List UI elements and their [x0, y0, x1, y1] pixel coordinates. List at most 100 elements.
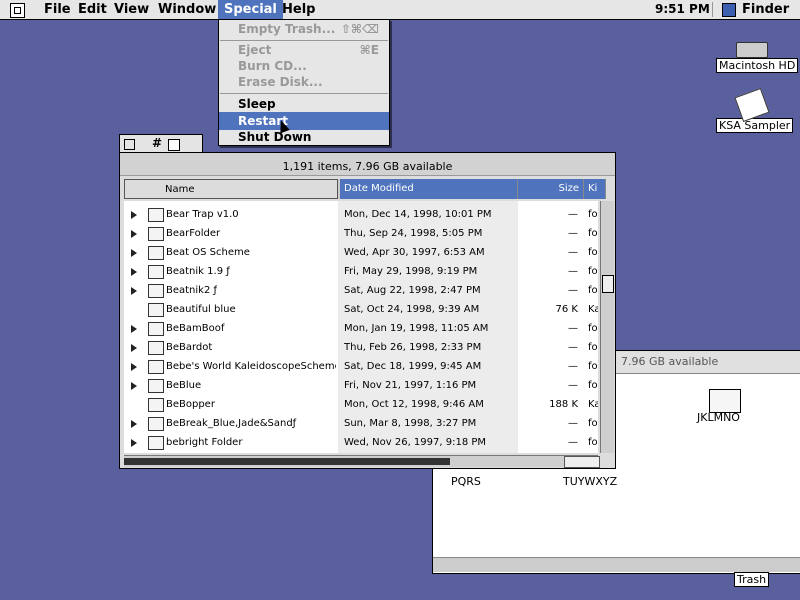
menu-window[interactable]: Window: [152, 0, 222, 19]
column-header-size[interactable]: Size: [518, 179, 584, 199]
menu-view[interactable]: View: [108, 0, 155, 19]
disclosure-triangle-icon[interactable]: [131, 211, 137, 219]
row-name: BeBlue: [166, 380, 202, 391]
desktop-icon-ksa-sampler[interactable]: KSA Sampler: [716, 87, 794, 133]
apple-menu-icon[interactable]: [10, 3, 25, 18]
row-size: 188 K: [549, 399, 578, 410]
menu-file[interactable]: File: [38, 0, 77, 19]
row-date: Wed, Nov 26, 1997, 9:18 PM: [344, 437, 487, 448]
row-name: BeBopper: [166, 399, 215, 410]
row-size: —: [568, 247, 578, 258]
disclosure-triangle-icon[interactable]: [131, 420, 137, 428]
menu-item-label: Empty Trash...: [238, 22, 336, 36]
row-date: Wed, Apr 30, 1997, 6:53 AM: [344, 247, 485, 258]
horizontal-scroll-track[interactable]: [124, 458, 450, 465]
column-header-name[interactable]: Name: [124, 179, 338, 199]
row-kind: fol: [588, 380, 598, 391]
menu-special[interactable]: Special: [218, 0, 283, 19]
folder-icon: [148, 265, 164, 279]
back-window-status: 7.96 GB available: [621, 355, 719, 368]
row-size: —: [568, 209, 578, 220]
disclosure-triangle-icon[interactable]: [131, 230, 137, 238]
menu-help[interactable]: Help: [276, 0, 321, 19]
disclosure-triangle-icon[interactable]: [131, 287, 137, 295]
vertical-scrollbar[interactable]: [600, 201, 614, 453]
row-date: Sat, Dec 18, 1999, 9:45 AM: [344, 361, 482, 372]
table-row[interactable]: Beatnik 1.9 ƒ Fri, May 29, 1998, 9:19 PM —…: [124, 262, 598, 281]
table-row[interactable]: Bear Trap v1.0 Mon, Dec 14, 1998, 10:01 P…: [124, 205, 598, 224]
special-menu: Empty Trash... ⇧⌘⌫ Eject ⌘E Burn CD... Era…: [218, 19, 390, 146]
folder-label-pqrs[interactable]: PQRS: [451, 475, 481, 488]
menu-item-shut-down[interactable]: Shut Down: [219, 128, 389, 146]
table-row[interactable]: Bebe's World KaleidoscopeScheme Sat, Dec …: [124, 357, 598, 376]
row-kind: Ka: [588, 399, 598, 410]
disclosure-triangle-icon[interactable]: [131, 382, 137, 390]
folder-icon[interactable]: [709, 389, 741, 413]
desktop-icon-trash[interactable]: Trash: [734, 572, 770, 587]
desktop-icon-label: KSA Sampler: [716, 118, 794, 133]
file-list: Bear Trap v1.0 Mon, Dec 14, 1998, 10:01 P…: [124, 201, 598, 453]
folder-icon: [148, 379, 164, 393]
column-header-kind[interactable]: Ki: [584, 179, 606, 199]
table-row[interactable]: Beatnik2 ƒ Sat, Aug 22, 1998, 2:47 PM — fol: [124, 281, 598, 300]
disclosure-triangle-icon[interactable]: [131, 344, 137, 352]
row-size: —: [568, 266, 578, 277]
table-row[interactable]: bebright Folder Wed, Nov 26, 1997, 9:18 P…: [124, 433, 598, 452]
menu-item-empty-trash[interactable]: Empty Trash... ⇧⌘⌫: [219, 20, 389, 38]
file-icon: [148, 303, 164, 317]
disclosure-triangle-icon[interactable]: [131, 325, 137, 333]
row-size: —: [568, 285, 578, 296]
table-row[interactable]: BeBopper Mon, Oct 12, 1998, 9:46 AM 188 K K…: [124, 395, 598, 414]
window-tab[interactable]: #: [119, 134, 203, 153]
row-date: Fri, May 29, 1998, 9:19 PM: [344, 266, 478, 277]
folder-label-jklmno[interactable]: JKLMNO: [697, 411, 740, 424]
desktop-icon-macintosh-hd[interactable]: Macintosh HD: [716, 42, 799, 73]
table-row[interactable]: BeBardot Thu, Feb 26, 1998, 2:33 PM — fol: [124, 338, 598, 357]
row-name: BearFolder: [166, 228, 221, 239]
row-kind: fol: [588, 285, 598, 296]
menu-item-sleep[interactable]: Sleep: [219, 95, 389, 113]
row-name: Bebe's World KaleidoscopeScheme: [166, 361, 336, 372]
close-box-icon[interactable]: [124, 139, 135, 150]
row-kind: fol: [588, 209, 598, 220]
back-window-scrollbar[interactable]: [433, 557, 800, 572]
menu-shortcut: ⇧⌘⌫: [340, 22, 379, 36]
table-row[interactable]: BearFolder Thu, Sep 24, 1998, 5:05 PM — fol: [124, 224, 598, 243]
row-kind: fol: [588, 418, 598, 429]
scroll-thumb[interactable]: [602, 275, 614, 293]
finder-list-window[interactable]: 1,191 items, 7.96 GB available Name Date…: [119, 152, 616, 469]
menu-divider: [712, 2, 713, 17]
row-size: —: [568, 228, 578, 239]
table-row[interactable]: BeBlue Fri, Nov 21, 1997, 1:16 PM — fol: [124, 376, 598, 395]
menu-item-label: Eject: [238, 43, 272, 57]
menu-item-erase-disk[interactable]: Erase Disk...: [219, 73, 389, 91]
table-row[interactable]: BeBreak_Blue,Jade&Sandƒ Sun, Mar 8, 1998,…: [124, 414, 598, 433]
menu-edit[interactable]: Edit: [72, 0, 113, 19]
table-row[interactable]: Beat OS Scheme Wed, Apr 30, 1997, 6:53 AM…: [124, 243, 598, 262]
folder-icon: [148, 246, 164, 260]
row-size: —: [568, 437, 578, 448]
column-header-date-modified[interactable]: Date Modified: [340, 179, 518, 199]
table-row[interactable]: BeBamBoof Mon, Jan 19, 1998, 11:05 AM — fol: [124, 319, 598, 338]
row-kind: fol: [588, 437, 598, 448]
scroll-arrows-icon[interactable]: [564, 456, 600, 468]
folder-icon: [148, 341, 164, 355]
row-name: Beatnik 1.9 ƒ: [166, 266, 230, 277]
row-size: —: [568, 323, 578, 334]
menu-clock[interactable]: 9:51 PM: [655, 0, 710, 19]
folder-label-tuywxyz[interactable]: TUYWXYZ: [563, 475, 617, 488]
row-kind: fol: [588, 323, 598, 334]
disclosure-triangle-icon[interactable]: [131, 363, 137, 371]
disclosure-triangle-icon[interactable]: [131, 439, 137, 447]
folder-icon: [148, 436, 164, 450]
row-name: Beautiful blue: [166, 304, 236, 315]
horizontal-scrollbar[interactable]: [124, 455, 600, 468]
disclosure-triangle-icon[interactable]: [131, 268, 137, 276]
row-size: —: [568, 342, 578, 353]
application-menu[interactable]: Finder: [736, 0, 795, 19]
menu-separator: [220, 93, 388, 94]
desktop-icon-label: Macintosh HD: [716, 58, 799, 73]
disclosure-triangle-icon[interactable]: [131, 249, 137, 257]
row-kind: fol: [588, 361, 598, 372]
table-row[interactable]: Beautiful blue Sat, Oct 24, 1998, 9:39 AM…: [124, 300, 598, 319]
